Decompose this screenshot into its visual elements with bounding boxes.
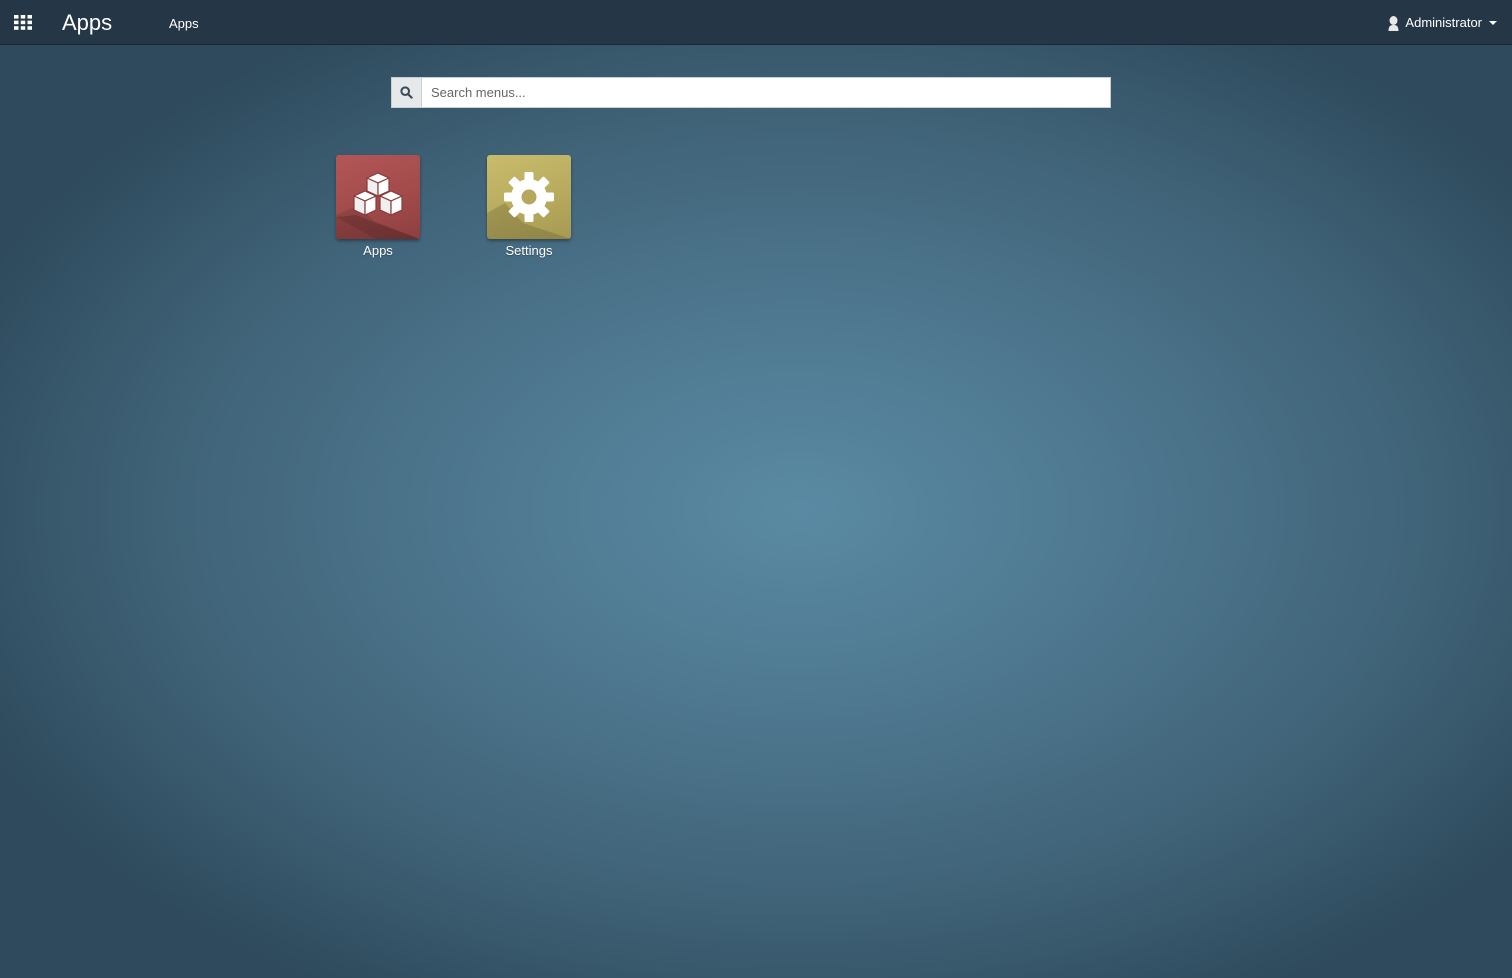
menu-search [391, 77, 1111, 108]
page-title: Apps [62, 10, 113, 35]
app-tile-settings[interactable]: Settings [474, 155, 584, 259]
app-label: Apps [363, 243, 393, 258]
app-label: Settings [505, 243, 553, 258]
app-icon-tile [336, 155, 420, 239]
app-tile-apps[interactable]: Apps [323, 155, 433, 259]
search-icon [400, 86, 413, 99]
search-input[interactable] [422, 77, 1111, 108]
user-name: Administrator [1405, 15, 1482, 30]
gear-icon [487, 172, 571, 239]
chevron-down-icon [1489, 21, 1497, 25]
top-navbar: Apps Apps Administrator [0, 0, 1512, 45]
app-icon-tile [487, 155, 571, 239]
nav-menu-apps[interactable]: Apps [169, 15, 199, 32]
cubes-icon [336, 172, 420, 239]
grid-icon[interactable] [14, 15, 32, 30]
user-icon [1388, 15, 1399, 31]
user-menu[interactable]: Administrator [1388, 13, 1497, 33]
search-button[interactable] [391, 77, 422, 108]
